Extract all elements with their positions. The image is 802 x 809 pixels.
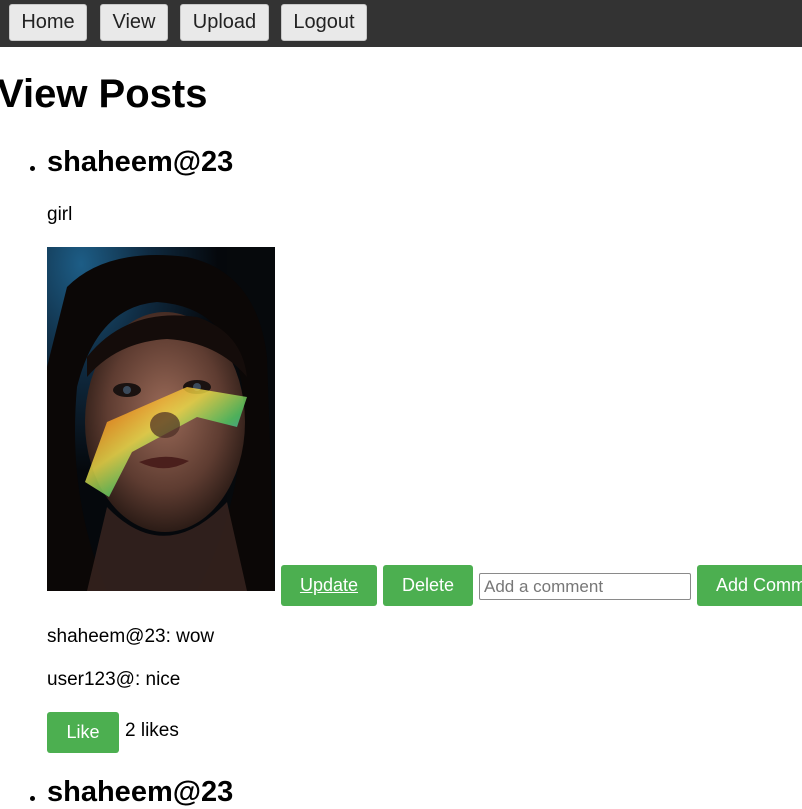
- post-author: shaheem@23: [47, 146, 234, 178]
- view-nav-button[interactable]: View: [100, 4, 168, 41]
- comment-input[interactable]: [479, 573, 691, 600]
- logout-nav-button[interactable]: Logout: [281, 4, 367, 41]
- update-button[interactable]: Update: [281, 565, 377, 606]
- likes-count: 2 likes: [125, 720, 179, 741]
- post-author: shaheem@23: [47, 776, 234, 808]
- list-bullet: [30, 166, 35, 171]
- upload-nav-button[interactable]: Upload: [180, 4, 269, 41]
- post-caption: girl: [47, 204, 73, 225]
- comment-item: shaheem@23: wow: [47, 626, 215, 647]
- comment-item: user123@: nice: [47, 669, 181, 690]
- top-navbar: Home View Upload Logout: [0, 0, 802, 47]
- add-comment-button[interactable]: Add Comment: [697, 565, 802, 606]
- page-title: View Posts: [0, 72, 208, 116]
- list-bullet: [30, 796, 35, 801]
- post-image: [47, 247, 275, 591]
- home-nav-button[interactable]: Home: [9, 4, 87, 41]
- delete-button[interactable]: Delete: [383, 565, 473, 606]
- like-button[interactable]: Like: [47, 712, 119, 753]
